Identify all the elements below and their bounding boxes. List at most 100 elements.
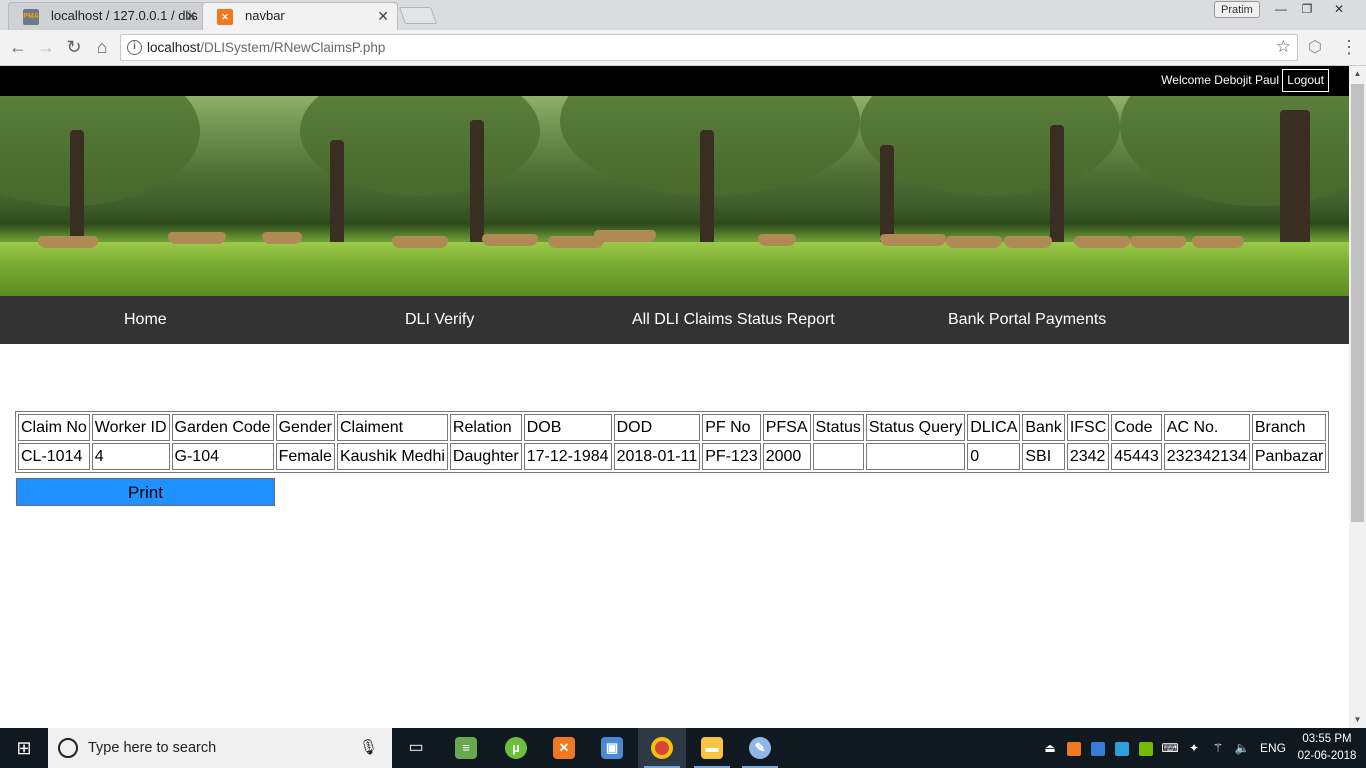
- scroll-down-icon[interactable]: ▼: [1349, 712, 1366, 728]
- table-header-cell: Bank: [1022, 414, 1065, 441]
- tab-phpmyadmin[interactable]: PMA localhost / 127.0.0.1 / dlis ✕: [8, 2, 206, 30]
- table-cell: 45443: [1111, 443, 1162, 470]
- tab-title: localhost / 127.0.0.1 / dlis: [51, 8, 198, 23]
- table-cell: Kaushik Medhi: [336, 443, 448, 470]
- bookmark-star-icon[interactable]: ☆: [1276, 37, 1291, 57]
- close-icon[interactable]: ✕: [185, 3, 197, 29]
- wifi-icon[interactable]: ⚚: [1208, 728, 1228, 768]
- nav-claims-status-report[interactable]: All DLI Claims Status Report: [632, 296, 835, 344]
- windows-start-icon[interactable]: ⊞: [0, 728, 48, 768]
- back-arrow-icon[interactable]: ←: [6, 36, 30, 60]
- tab-title: navbar: [245, 8, 285, 23]
- network-tray-icon[interactable]: [1112, 728, 1132, 768]
- security-tray-icon[interactable]: ✦: [1184, 728, 1204, 768]
- table-header-cell: Gender: [275, 414, 335, 441]
- table-header-cell: DOB: [523, 414, 612, 441]
- table-header-cell: Branch: [1251, 414, 1327, 441]
- nvidia-tray-icon[interactable]: [1136, 728, 1156, 768]
- table-cell: Panbazar: [1251, 443, 1327, 470]
- nav-bank-portal-payments[interactable]: Bank Portal Payments: [948, 296, 1106, 344]
- home-icon[interactable]: ⌂: [90, 36, 114, 60]
- table-cell: G-104: [171, 443, 274, 470]
- browser-toolbar: ← → ↻ ⌂ i localhost/DLISystem/RNewClaims…: [0, 30, 1366, 66]
- new-tab-button[interactable]: [398, 7, 438, 24]
- url-text[interactable]: localhost/DLISystem/RNewClaimsP.php: [147, 40, 385, 55]
- table-header-cell: Status Query: [865, 414, 966, 441]
- profile-button[interactable]: Pratim: [1214, 1, 1260, 18]
- browser-menu-icon[interactable]: ⋮: [1340, 36, 1358, 60]
- restore-icon[interactable]: ❐: [1294, 0, 1320, 18]
- xampp-taskbar-icon[interactable]: ✕: [540, 728, 588, 768]
- print-button[interactable]: Print: [16, 478, 275, 506]
- table-header-cell: Claim No: [18, 414, 90, 441]
- table-header-cell: Relation: [449, 414, 522, 441]
- utorrent-icon[interactable]: µ: [492, 728, 540, 768]
- table-cell: 0: [967, 443, 1021, 470]
- table-cell: 17-12-1984: [523, 443, 612, 470]
- reload-icon[interactable]: ↻: [62, 36, 86, 60]
- taskbar-search[interactable]: Type here to search 🎙: [48, 728, 392, 768]
- table-cell: [812, 443, 864, 470]
- logout-button[interactable]: Logout: [1282, 69, 1329, 92]
- address-bar[interactable]: i localhost/DLISystem/RNewClaimsP.php ☆: [120, 34, 1298, 61]
- tab-navbar[interactable]: ✕ navbar ✕: [202, 2, 398, 30]
- table-cell: [865, 443, 966, 470]
- table-header-cell: Code: [1111, 414, 1162, 441]
- page-viewport: Welcome Debojit Paul Logout Home DLI Ver…: [0, 66, 1366, 728]
- table-header-cell: Status: [812, 414, 864, 441]
- table-header-cell: DOD: [613, 414, 701, 441]
- task-view-icon[interactable]: ▭: [392, 728, 440, 768]
- main-navigation: Home DLI Verify All DLI Claims Status Re…: [0, 296, 1349, 344]
- paint-icon[interactable]: ✎: [736, 728, 784, 768]
- xampp-icon: ✕: [217, 9, 233, 25]
- table-cell: CL-1014: [18, 443, 90, 470]
- table-header-cell: PFSA: [762, 414, 811, 441]
- table-row: CL-1014 4 G-104 Female Kaushik Medhi Daughter…: [18, 443, 1327, 470]
- chrome-icon[interactable]: [638, 728, 686, 768]
- minimize-icon[interactable]: —: [1268, 0, 1294, 18]
- table-cell: Female: [275, 443, 335, 470]
- keyboard-tray-icon[interactable]: ⌨: [1160, 728, 1180, 768]
- table-cell: 4: [91, 443, 170, 470]
- search-placeholder: Type here to search: [88, 740, 217, 756]
- volume-icon[interactable]: 🔈: [1232, 728, 1252, 768]
- close-icon[interactable]: ✕: [377, 3, 389, 29]
- welcome-text: Welcome Debojit Paul: [1161, 73, 1279, 87]
- table-header-cell: AC No.: [1163, 414, 1250, 441]
- microphone-icon[interactable]: 🎙: [359, 738, 378, 756]
- nav-dli-verify[interactable]: DLI Verify: [405, 296, 474, 344]
- info-icon[interactable]: i: [127, 40, 142, 55]
- table-header-cell: Claiment: [336, 414, 448, 441]
- cortana-icon: [58, 738, 78, 758]
- scrollbar-thumb[interactable]: [1351, 84, 1364, 522]
- language-indicator[interactable]: ENG: [1258, 728, 1288, 768]
- clock-time: 03:55 PM: [1302, 733, 1352, 745]
- claims-table: Claim No Worker ID Garden Code Gender Claime…: [15, 411, 1330, 473]
- table-header-cell: PF No: [702, 414, 761, 441]
- extension-icon[interactable]: ⬡: [1306, 37, 1324, 57]
- windows-taskbar: ⊞ Type here to search 🎙 ▭ ≡ µ ✕ ▣ ▬ ✎ ⏏ …: [0, 728, 1366, 768]
- table-header-cell: Garden Code: [171, 414, 274, 441]
- usb-icon[interactable]: ⏏: [1042, 728, 1058, 768]
- page-scrollbar[interactable]: ▲ ▼: [1349, 66, 1366, 728]
- notepad-plus-icon[interactable]: ≡: [442, 728, 490, 768]
- forward-arrow-icon[interactable]: →: [34, 36, 58, 60]
- nav-home[interactable]: Home: [124, 296, 167, 344]
- table-cell: 2000: [762, 443, 811, 470]
- vmware-tray-icon[interactable]: [1088, 728, 1108, 768]
- file-explorer-icon[interactable]: ▬: [688, 728, 736, 768]
- xampp-tray-icon[interactable]: [1064, 728, 1084, 768]
- table-header-cell: DLICA: [967, 414, 1021, 441]
- table-header-row: Claim No Worker ID Garden Code Gender Claime…: [18, 414, 1327, 441]
- virtualbox-icon[interactable]: ▣: [588, 728, 636, 768]
- taskbar-clock[interactable]: 03:55 PM 02-06-2018: [1296, 731, 1358, 765]
- table-header-cell: Worker ID: [91, 414, 170, 441]
- top-bar: Welcome Debojit Paul Logout: [0, 66, 1349, 96]
- tea-garden-banner: [0, 96, 1349, 296]
- table-cell: 2018-01-11: [613, 443, 701, 470]
- table-cell: SBI: [1022, 443, 1065, 470]
- table-cell: PF-123: [702, 443, 761, 470]
- table-cell: Daughter: [449, 443, 522, 470]
- window-close-icon[interactable]: ✕: [1326, 0, 1352, 18]
- scroll-up-icon[interactable]: ▲: [1349, 66, 1366, 82]
